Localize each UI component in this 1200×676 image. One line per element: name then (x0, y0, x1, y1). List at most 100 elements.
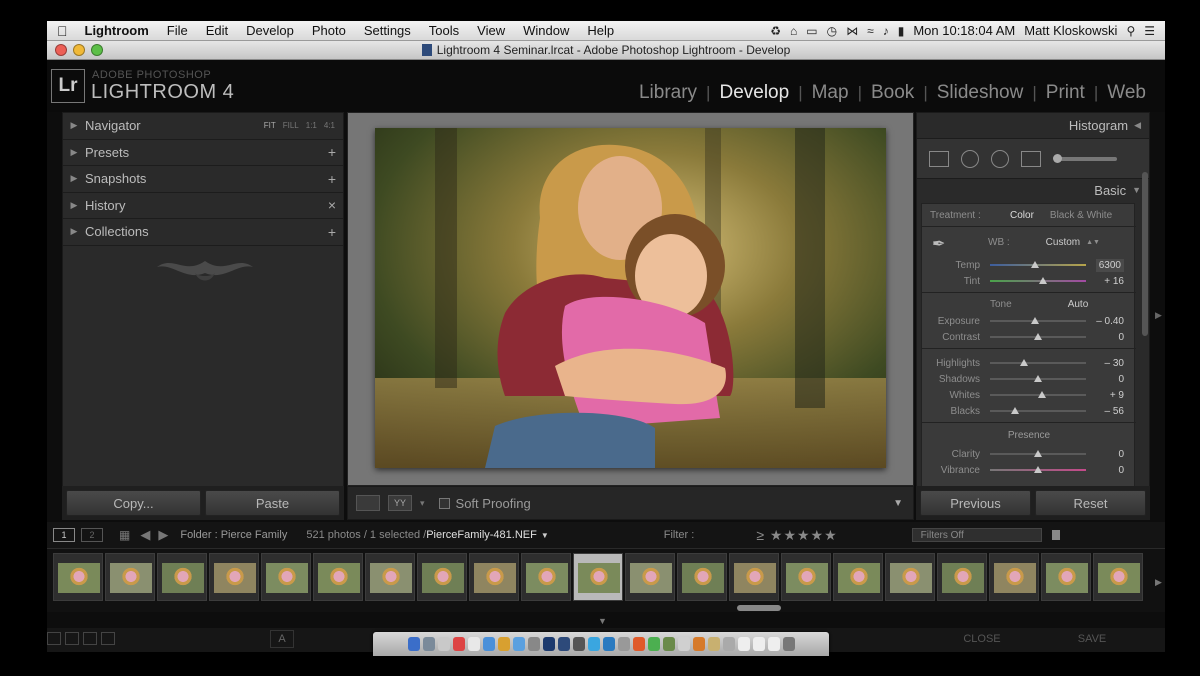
notifications-icon[interactable]: ☰ (1144, 24, 1155, 38)
triple-view-icon[interactable] (83, 632, 97, 645)
main-window-button[interactable]: 1 (53, 528, 75, 542)
calendar-icon[interactable] (452, 637, 465, 651)
app-icon[interactable] (662, 637, 675, 651)
red-eye-icon[interactable] (991, 149, 1009, 168)
filmstrip-thumbnail[interactable] (417, 553, 467, 601)
mail-icon[interactable] (437, 637, 450, 651)
save-button[interactable]: SAVE (1037, 630, 1147, 648)
list-view-icon[interactable] (101, 632, 115, 645)
contrast-slider-thumb[interactable] (1034, 333, 1042, 340)
app-icon[interactable] (632, 637, 645, 651)
right-panel-toggle-icon[interactable]: ▶ (1155, 310, 1162, 321)
toolbar-menu-icon[interactable]: ▼ (893, 498, 903, 509)
split-view-icon[interactable] (65, 632, 79, 645)
temp-value[interactable]: 6300 (1095, 258, 1124, 272)
filmstrip-thumbnail[interactable] (261, 553, 311, 601)
zoom-1-1[interactable]: 1:1 (306, 121, 317, 130)
app-icon[interactable] (647, 637, 660, 651)
firefox-icon[interactable] (692, 637, 705, 651)
navigator-header[interactable]: ▶ Navigator FIT FILL 1:1 4:1 (63, 113, 343, 140)
graduated-filter-icon[interactable] (1021, 150, 1041, 167)
right-panel-scrollbar[interactable] (1142, 172, 1148, 336)
secondary-window-button[interactable]: 2 (81, 528, 103, 542)
folder-icon[interactable] (707, 637, 720, 651)
menu-help[interactable]: Help (578, 23, 623, 38)
airplay-icon[interactable]: ▭ (806, 24, 817, 38)
main-photo[interactable] (375, 128, 886, 468)
clarity-slider-thumb[interactable] (1034, 450, 1042, 457)
app-icon[interactable] (572, 637, 585, 651)
contrast-slider[interactable] (990, 333, 1086, 340)
module-slideshow[interactable]: Slideshow (928, 82, 1033, 104)
filmstrip-thumbnail[interactable] (105, 553, 155, 601)
selected-file-name[interactable]: PierceFamily-481.NEF (426, 529, 537, 541)
filmstrip-thumbnail[interactable] (885, 553, 935, 601)
clock[interactable]: Mon 10:18:04 AM (913, 23, 1015, 38)
filmstrip-thumbnail[interactable] (937, 553, 987, 601)
finder-icon[interactable] (407, 637, 420, 651)
rating-filter[interactable]: ≥ ★★★★★ (756, 527, 837, 544)
treatment-color[interactable]: Color (1010, 210, 1034, 221)
utility-icon[interactable] (527, 637, 540, 651)
file-dropdown-caret-icon[interactable]: ▼ (541, 531, 549, 540)
tint-slider[interactable] (990, 277, 1086, 284)
menu-photo[interactable]: Photo (303, 23, 355, 38)
module-web[interactable]: Web (1098, 82, 1155, 104)
filters-dropdown[interactable]: Filters Off (911, 528, 1042, 542)
filmstrip-thumbnail[interactable] (625, 553, 675, 601)
grid-view-icon[interactable]: ▦ (119, 528, 130, 542)
menu-app-name[interactable]: Lightroom (76, 23, 158, 38)
user-name[interactable]: Matt Kloskowski (1024, 23, 1117, 38)
blacks-slider-thumb[interactable] (1010, 407, 1019, 414)
clear-history-icon[interactable]: × (321, 197, 343, 213)
menu-tools[interactable]: Tools (420, 23, 468, 38)
module-develop[interactable]: Develop (710, 82, 798, 104)
soft-proofing-checkbox[interactable] (438, 497, 450, 509)
treatment-black-white[interactable]: Black & White (1050, 210, 1112, 221)
add-preset-icon[interactable]: + (321, 144, 343, 160)
add-snapshot-icon[interactable]: + (321, 171, 343, 187)
document-icon[interactable] (737, 637, 750, 651)
whites-slider-thumb[interactable] (1037, 391, 1046, 398)
tint-value[interactable]: + 16 (1086, 276, 1124, 287)
exposure-slider[interactable] (990, 317, 1086, 324)
highlights-slider[interactable] (990, 359, 1086, 366)
battery-icon[interactable]: ▮ (898, 24, 905, 38)
vibrance-slider[interactable] (990, 466, 1086, 473)
bluetooth-icon[interactable]: ⋈ (846, 24, 858, 38)
copy-settings-button[interactable]: Copy... (66, 490, 201, 516)
filmstrip-thumbnail[interactable] (209, 553, 259, 601)
temp-slider[interactable] (990, 261, 1086, 268)
module-map[interactable]: Map (803, 82, 858, 104)
home-icon[interactable]: ⌂ (790, 24, 797, 38)
sync-icon[interactable]: ♻ (770, 24, 781, 38)
source-folder[interactable]: Folder : Pierce Family (180, 529, 287, 541)
filmstrip-thumbnail[interactable] (1041, 553, 1091, 601)
mission-control-icon[interactable] (422, 637, 435, 651)
history-header[interactable]: ▶ History × (63, 193, 343, 219)
single-view-icon[interactable] (47, 632, 61, 645)
loupe-view-icon[interactable] (356, 495, 380, 511)
zoom-fill[interactable]: FILL (283, 121, 299, 130)
collections-header[interactable]: ▶ Collections + (63, 219, 343, 246)
zoom-fit[interactable]: FIT (264, 121, 276, 130)
notes-icon[interactable] (467, 637, 480, 651)
filmstrip-thumbnail[interactable] (157, 553, 207, 601)
filmstrip-thumbnail[interactable] (729, 553, 779, 601)
letter-a-button[interactable]: A (270, 630, 294, 648)
filmstrip-thumbnail[interactable] (365, 553, 415, 601)
exposure-value[interactable]: – 0.40 (1086, 316, 1124, 327)
add-collection-icon[interactable]: + (321, 224, 343, 240)
photos-icon[interactable] (497, 637, 510, 651)
shadows-slider[interactable] (990, 375, 1086, 382)
filmstrip-thumbnail[interactable] (313, 553, 363, 601)
reset-button[interactable]: Reset (1035, 490, 1146, 516)
blacks-slider[interactable] (990, 407, 1086, 414)
filmstrip-thumbnail-selected[interactable] (573, 553, 623, 601)
paste-settings-button[interactable]: Paste (205, 490, 340, 516)
app-icon[interactable] (617, 637, 630, 651)
filmstrip-thumbnail[interactable] (1093, 553, 1143, 601)
filmstrip-thumbnail[interactable] (833, 553, 883, 601)
filmstrip-thumbnail[interactable] (521, 553, 571, 601)
shadows-value[interactable]: 0 (1086, 374, 1124, 385)
